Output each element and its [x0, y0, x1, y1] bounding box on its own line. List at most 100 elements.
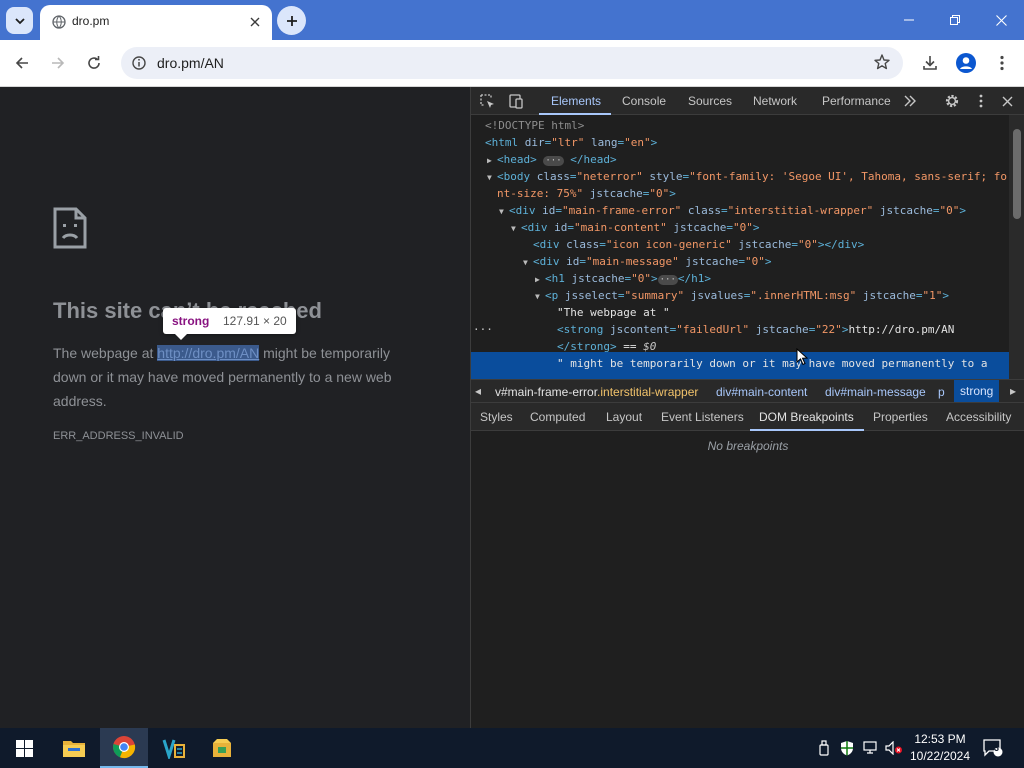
title-bar: dro.pm: [0, 0, 1024, 40]
tab-dom-breakpoints[interactable]: DOM Breakpoints: [759, 410, 854, 424]
inspect-icon: [480, 94, 494, 108]
breadcrumb-scroll-right[interactable]: ▸: [1010, 384, 1016, 398]
package-icon: [213, 739, 231, 757]
chrome-icon: [113, 736, 136, 759]
error-message: The webpage at http://dro.pm/AN might be…: [53, 341, 423, 413]
error-message-text: The webpage at: [53, 345, 158, 361]
clock-time: 12:53 PM: [914, 732, 966, 746]
new-tab-button[interactable]: [277, 6, 306, 35]
tab-network[interactable]: Network: [753, 94, 797, 108]
back-button[interactable]: [8, 49, 36, 77]
breadcrumb-scroll-left[interactable]: ◂: [475, 384, 481, 398]
taskbar-chrome[interactable]: [100, 728, 148, 768]
bookmark-star-icon[interactable]: [873, 53, 891, 71]
tab-close-button[interactable]: [246, 13, 264, 31]
tab-styles[interactable]: Styles: [480, 410, 513, 424]
dom-tree[interactable]: <!DOCTYPE html> <html dir="ltr" lang="en…: [471, 115, 1024, 379]
taskbar-app[interactable]: [150, 728, 198, 768]
tab-properties[interactable]: Properties: [873, 410, 928, 424]
arrow-right-icon: [52, 57, 65, 69]
tab-search-button[interactable]: [6, 7, 33, 34]
browser-toolbar: dro.pm/AN: [0, 40, 1024, 87]
downloads-button[interactable]: [916, 49, 944, 77]
dom-line[interactable]: ▼ <div id="main-content" jstcache="0">: [511, 219, 759, 236]
minimize-button[interactable]: [886, 0, 932, 40]
taskbar-clock[interactable]: 12:53 PM 10/22/2024: [904, 731, 976, 765]
breadcrumb-item-active[interactable]: strong: [954, 380, 1000, 402]
dom-line[interactable]: ▶ <h1 jstcache="0"> ··· </h1>: [535, 270, 711, 287]
empty-breakpoints-message: No breakpoints: [707, 439, 789, 453]
dom-line[interactable]: ▼ <div id="main-message" jstcache="0">: [523, 253, 771, 270]
breadcrumb: ◂ v#main-frame-error.interstitial-wrappe…: [471, 379, 1024, 403]
start-button[interactable]: [0, 728, 48, 768]
breadcrumb-item[interactable]: div#main-content: [716, 385, 807, 399]
devtools-panel: Elements Console Sources Network Perform…: [470, 87, 1024, 728]
dom-line[interactable]: ▼ <div id="main-frame-error" class="inter…: [499, 202, 966, 219]
tab-elements[interactable]: Elements: [551, 94, 601, 108]
tab-performance[interactable]: Performance: [822, 94, 891, 108]
url-text[interactable]: dro.pm/AN: [157, 55, 224, 71]
tab-event-listeners[interactable]: Event Listeners: [661, 410, 744, 424]
restore-button[interactable]: [932, 0, 978, 40]
app-icon: [162, 739, 185, 759]
globe-icon: [52, 15, 66, 29]
minimize-icon: [904, 19, 914, 21]
dom-line-selected[interactable]: <strong jscontent="failedUrl" jstcache="…: [557, 321, 954, 338]
notification-count: 3: [994, 743, 1000, 753]
inspect-element-button[interactable]: [478, 92, 496, 110]
taskbar-app-2[interactable]: [198, 728, 246, 768]
action-center-button[interactable]: 3: [983, 738, 1003, 758]
dom-line[interactable]: nt-size: 75%" jstcache="0">: [497, 185, 676, 202]
tooltip-tag: strong: [172, 314, 210, 328]
tray-network[interactable]: [860, 738, 880, 758]
tooltip-arrow: [175, 334, 187, 340]
site-info-icon: [132, 56, 146, 70]
forward-button[interactable]: [44, 49, 72, 77]
address-bar[interactable]: dro.pm/AN: [121, 47, 903, 79]
volume-muted-icon: [885, 741, 902, 755]
profile-button[interactable]: [952, 49, 980, 77]
breadcrumb-item[interactable]: v#main-frame-error.interstitial-wrapper: [495, 385, 698, 399]
dom-line[interactable]: ▼ <body class="neterror" style="font-fami…: [487, 168, 1007, 185]
devtools-tab-bar: Elements Console Sources Network Perform…: [471, 87, 1024, 115]
reload-button[interactable]: [80, 49, 108, 77]
folder-icon: [63, 741, 85, 757]
notification-icon: [983, 739, 1003, 757]
plus-icon: [286, 15, 297, 26]
clock-date: 10/22/2024: [909, 749, 971, 763]
dom-line[interactable]: <html dir="ltr" lang="en">: [485, 134, 657, 151]
dom-line[interactable]: ▼ <p jsselect="summary" jsvalues=".innerH…: [535, 287, 949, 304]
dom-scrollbar[interactable]: [1009, 115, 1024, 379]
dom-line-selected[interactable]: </strong> == $0: [557, 338, 656, 355]
more-tabs-button[interactable]: [901, 92, 919, 110]
menu-button[interactable]: [988, 49, 1016, 77]
devtools-menu-button[interactable]: [972, 92, 990, 110]
tray-usb[interactable]: [814, 738, 834, 758]
sad-page-icon: [53, 207, 87, 249]
tab-console[interactable]: Console: [622, 94, 666, 108]
breadcrumb-item[interactable]: p: [938, 385, 945, 399]
dom-line-ellipsis[interactable]: ···: [473, 321, 493, 338]
dom-line[interactable]: ▶ <head> ··· </head>: [487, 151, 617, 168]
device-toolbar-button[interactable]: [506, 92, 524, 110]
tab-computed[interactable]: Computed: [530, 410, 585, 424]
tray-volume[interactable]: [884, 738, 904, 758]
dom-line[interactable]: <!DOCTYPE html>: [485, 117, 584, 134]
chevron-down-icon: [14, 17, 25, 24]
tab-sources[interactable]: Sources: [688, 94, 732, 108]
settings-button[interactable]: [943, 92, 961, 110]
tray-security[interactable]: [837, 738, 857, 758]
browser-tab[interactable]: dro.pm: [40, 5, 272, 40]
kebab-menu-icon: [1000, 55, 1004, 71]
dom-line[interactable]: " might be temporarily down or it may ha…: [557, 355, 987, 372]
dom-line[interactable]: "The webpage at ": [557, 304, 670, 321]
close-devtools-button[interactable]: [998, 92, 1016, 110]
scrollbar-thumb[interactable]: [1013, 129, 1021, 219]
tab-accessibility[interactable]: Accessibility: [946, 410, 1011, 424]
close-window-button[interactable]: [978, 0, 1024, 40]
arrow-left-icon: [15, 57, 28, 69]
dom-line[interactable]: <div class="icon icon-generic" jstcache=…: [533, 236, 864, 253]
taskbar-file-explorer[interactable]: [50, 728, 98, 768]
breadcrumb-item[interactable]: div#main-message: [825, 385, 926, 399]
tab-layout[interactable]: Layout: [606, 410, 642, 424]
